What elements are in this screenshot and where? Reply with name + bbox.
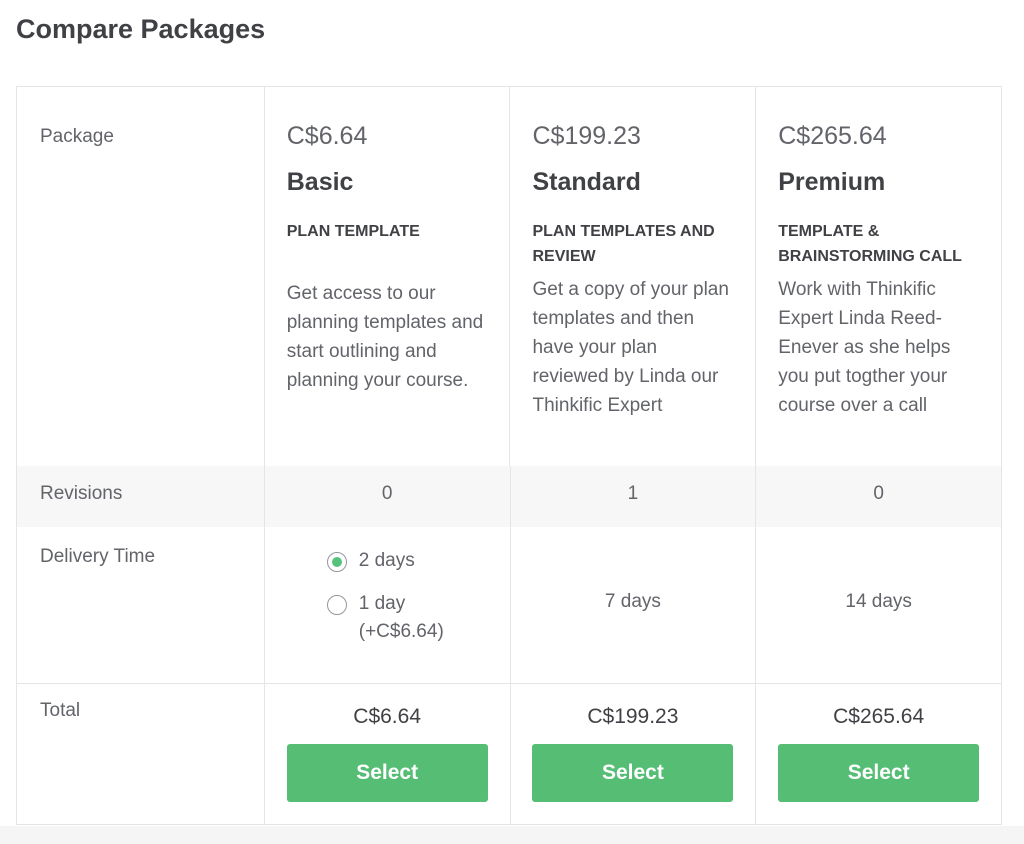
total-row-label: Total — [40, 700, 81, 721]
total-price: C$6.64 — [353, 705, 421, 728]
package-subtitle: PLAN TEMPLATES AND REVIEW — [532, 223, 715, 265]
revisions-row-label: Revisions — [40, 483, 123, 504]
package-description: Get a copy of your plan templates and th… — [532, 279, 729, 416]
package-basic: C$6.64 Basic PLAN TEMPLATE Get access to… — [263, 87, 510, 466]
package-name: Premium — [778, 168, 886, 196]
package-standard: C$199.23 Standard PLAN TEMPLATES AND REV… — [509, 87, 755, 466]
package-premium: C$265.64 Premium TEMPLATE & BRAINSTORMIN… — [755, 87, 1001, 466]
total-price: C$265.64 — [833, 705, 925, 728]
delivery-options-basic: 2 days 1 day (+C$6.64) — [263, 527, 510, 683]
page-title: Compare Packages — [16, 14, 266, 44]
footer-divider — [0, 826, 1024, 844]
revisions-standard: 1 — [509, 466, 756, 527]
select-basic-button[interactable]: Select — [286, 744, 488, 802]
package-description: Get access to our planning templates and… — [286, 283, 484, 391]
package-price: C$265.64 — [778, 122, 887, 150]
package-name: Basic — [286, 168, 354, 196]
delivery-standard: 7 days — [509, 527, 756, 683]
delivery-row: Delivery Time 2 days 1 day (+C$6.64) 7 d — [17, 527, 1001, 684]
total-premium: C$265.64 Select — [755, 683, 1001, 824]
package-subtitle: TEMPLATE & BRAINSTORMING CALL — [778, 223, 962, 265]
package-name: Standard — [532, 168, 641, 196]
delivery-option-2-days[interactable]: 2 days — [326, 550, 510, 575]
package-price: C$199.23 — [532, 122, 641, 150]
total-standard: C$199.23 Select — [509, 683, 756, 824]
revisions-basic: 0 — [263, 466, 510, 527]
total-basic: C$6.64 Select — [263, 683, 510, 824]
revisions-row: Revisions 0 1 0 — [17, 466, 1001, 527]
package-row-label: Package — [40, 126, 114, 147]
delivery-option-extra-cost: (+C$6.64) — [358, 621, 444, 642]
revisions-premium: 0 — [755, 466, 1001, 527]
package-comparison-table: Package C$6.64 Basic PLAN TEMPLATE Get a… — [16, 86, 1002, 825]
package-subtitle: PLAN TEMPLATE — [286, 223, 420, 240]
package-price: C$6.64 — [286, 122, 368, 150]
delivery-option-label: 1 day — [358, 593, 406, 614]
delivery-option-label: 2 days — [358, 550, 415, 571]
select-standard-button[interactable]: Select — [532, 744, 734, 802]
delivery-premium: 14 days — [755, 527, 1001, 683]
radio-button-unchecked[interactable] — [326, 595, 347, 615]
radio-button-checked[interactable] — [326, 552, 347, 572]
select-premium-button[interactable]: Select — [778, 744, 980, 802]
total-price: C$199.23 — [587, 705, 679, 728]
delivery-row-label: Delivery Time — [40, 546, 156, 567]
total-row: Total C$6.64 Select C$199.23 Select C$26… — [17, 683, 1001, 824]
package-row: Package C$6.64 Basic PLAN TEMPLATE Get a… — [17, 87, 1001, 466]
package-description: Work with Thinkific Expert Linda Reed-En… — [778, 279, 951, 416]
compare-packages-page: Compare Packages Package C$6.64 Basic PL… — [0, 0, 1024, 844]
delivery-option-1-day[interactable]: 1 day (+C$6.64) — [326, 593, 510, 646]
